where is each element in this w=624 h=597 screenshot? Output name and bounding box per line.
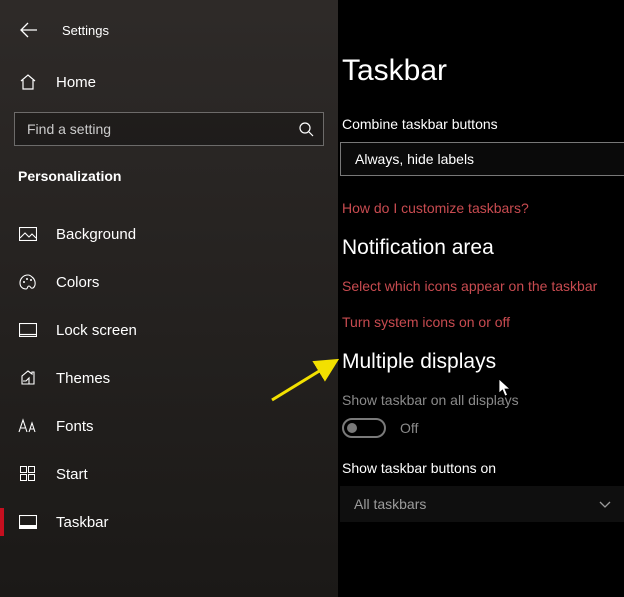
fonts-icon (18, 416, 38, 436)
show-buttons-label: Show taskbar buttons on (340, 460, 624, 476)
sidebar-nav-list: Background Colors Lock screen Themes (0, 210, 338, 546)
sidebar-item-label: Lock screen (56, 322, 137, 339)
sidebar-item-lock-screen[interactable]: Lock screen (0, 306, 338, 354)
lockscreen-icon (18, 320, 38, 340)
page-title: Taskbar (340, 54, 624, 88)
home-icon (18, 72, 38, 92)
show-buttons-value: All taskbars (354, 496, 426, 512)
sidebar-item-label: Fonts (56, 418, 94, 435)
toggle-knob (347, 423, 357, 433)
sidebar-item-label: Colors (56, 274, 99, 291)
back-button[interactable] (18, 19, 40, 41)
palette-icon (18, 272, 38, 292)
multiple-displays-heading: Multiple displays (340, 350, 624, 374)
notification-area-heading: Notification area (340, 236, 624, 260)
sidebar-item-colors[interactable]: Colors (0, 258, 338, 306)
search-icon (298, 121, 314, 137)
sidebar-item-taskbar[interactable]: Taskbar (0, 498, 338, 546)
sidebar-section-header: Personalization (0, 156, 338, 192)
sidebar-item-themes[interactable]: Themes (0, 354, 338, 402)
toggle-state-label: Off (400, 420, 418, 436)
sidebar-item-label: Start (56, 466, 88, 483)
sidebar-item-label: Taskbar (56, 514, 109, 531)
combine-dropdown-value: Always, hide labels (355, 151, 474, 167)
customize-taskbars-link[interactable]: How do I customize taskbars? (340, 200, 624, 216)
search-input[interactable] (14, 112, 324, 146)
start-icon (18, 464, 38, 484)
settings-sidebar: Settings Home Personalization Background (0, 0, 338, 597)
combine-label: Combine taskbar buttons (340, 116, 624, 132)
show-all-displays-label: Show taskbar on all displays (340, 392, 624, 408)
picture-icon (18, 224, 38, 244)
sidebar-item-fonts[interactable]: Fonts (0, 402, 338, 450)
select-icons-link[interactable]: Select which icons appear on the taskbar (340, 278, 624, 294)
sidebar-home[interactable]: Home (0, 58, 338, 106)
back-arrow-icon (20, 21, 38, 39)
sidebar-item-background[interactable]: Background (0, 210, 338, 258)
combine-dropdown[interactable]: Always, hide labels (340, 142, 624, 176)
taskbar-icon (18, 512, 38, 532)
sidebar-home-label: Home (56, 74, 96, 91)
themes-icon (18, 368, 38, 388)
sidebar-item-start[interactable]: Start (0, 450, 338, 498)
app-title: Settings (62, 23, 109, 38)
content-panel: Taskbar Combine taskbar buttons Always, … (338, 0, 624, 597)
system-icons-link[interactable]: Turn system icons on or off (340, 314, 624, 330)
sidebar-item-label: Background (56, 226, 136, 243)
chevron-down-icon (599, 496, 611, 512)
sidebar-item-label: Themes (56, 370, 110, 387)
show-buttons-dropdown[interactable]: All taskbars (340, 486, 624, 522)
show-all-displays-toggle[interactable] (342, 418, 386, 438)
